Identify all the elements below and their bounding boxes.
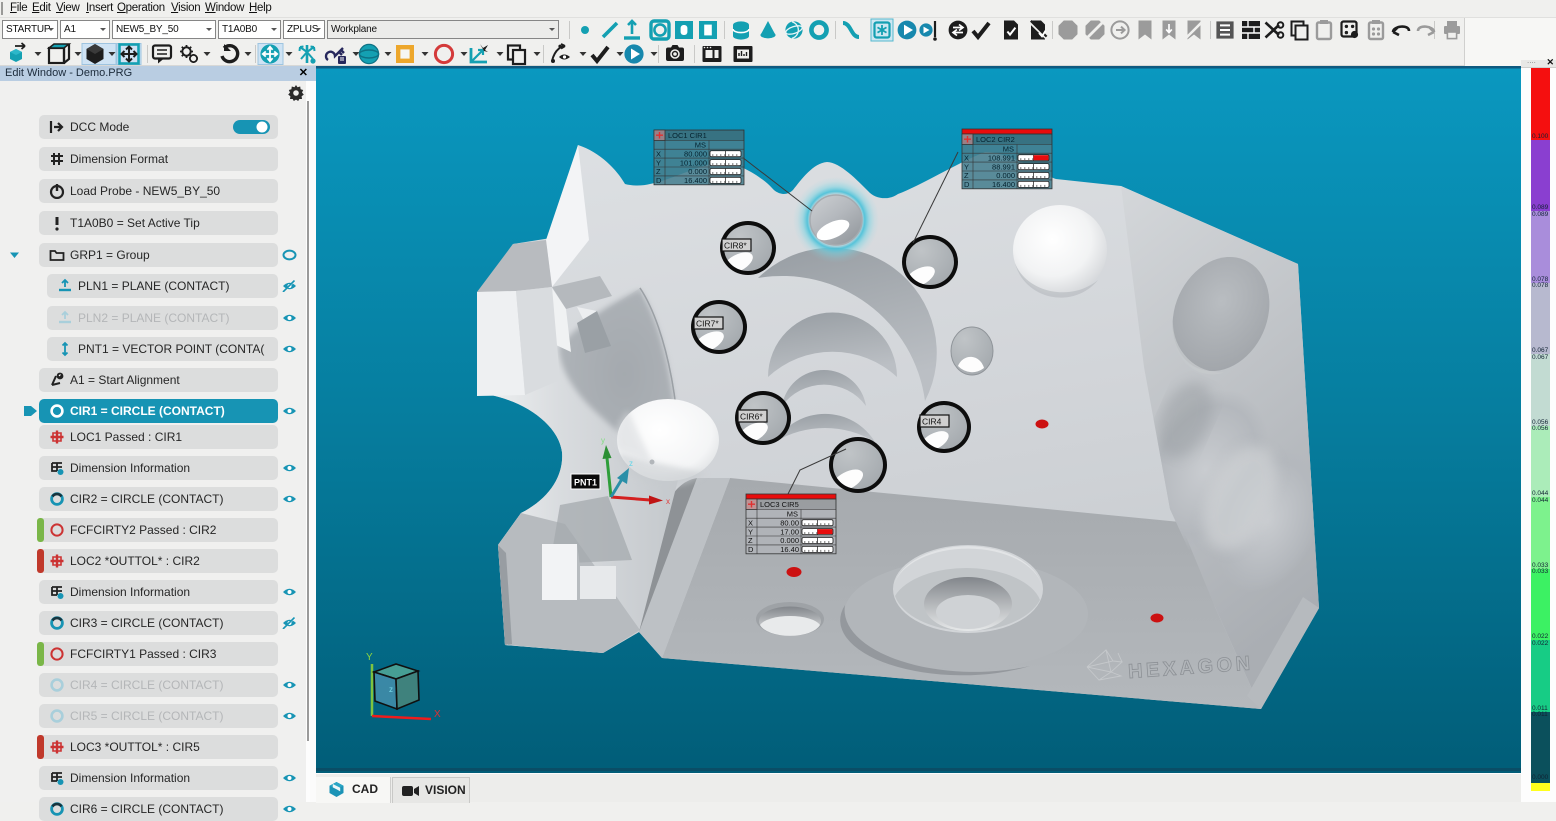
svg-text:D: D [656, 176, 662, 185]
svg-text:Z: Z [748, 536, 753, 545]
svg-text:LOC3 CIR5: LOC3 CIR5 [760, 500, 799, 509]
svg-text:LOC2 CIR2: LOC2 CIR2 [976, 135, 1015, 144]
svg-text:CIR7*: CIR7* [696, 319, 719, 329]
svg-text:101.000: 101.000 [680, 158, 707, 167]
svg-text:16.400: 16.400 [684, 176, 707, 185]
svg-text:Y: Y [656, 158, 661, 167]
svg-text:z: z [389, 685, 393, 694]
svg-text:17.00: 17.00 [780, 527, 799, 536]
svg-text:X: X [434, 709, 441, 720]
svg-text:X: X [964, 153, 969, 162]
svg-text:z: z [629, 459, 633, 468]
svg-text:0.000: 0.000 [996, 171, 1015, 180]
svg-text:y: y [601, 436, 605, 445]
svg-text:Z: Z [964, 171, 969, 180]
svg-text:D: D [748, 545, 754, 554]
svg-text:108.991: 108.991 [988, 153, 1015, 162]
svg-text:CIR6*: CIR6* [740, 412, 763, 422]
svg-text:0.000: 0.000 [780, 536, 799, 545]
svg-text:88.991: 88.991 [992, 162, 1015, 171]
svg-text:Y: Y [748, 527, 753, 536]
svg-text:CIR4: CIR4 [922, 417, 942, 427]
svg-text:16.400: 16.400 [992, 180, 1015, 189]
svg-text:Z: Z [656, 167, 661, 176]
svg-text:X: X [748, 518, 753, 527]
svg-text:80.00: 80.00 [780, 518, 799, 527]
svg-text:PNT1: PNT1 [574, 478, 597, 488]
svg-text:16.40: 16.40 [780, 545, 799, 554]
svg-text:MS: MS [695, 141, 706, 150]
svg-text:80.000: 80.000 [684, 149, 707, 158]
svg-text:0.000: 0.000 [688, 167, 707, 176]
svg-text:x: x [666, 497, 670, 506]
svg-text:Y: Y [366, 652, 373, 663]
svg-text:D: D [964, 180, 970, 189]
svg-text:X: X [656, 149, 661, 158]
svg-text:LOC1 CIR1: LOC1 CIR1 [668, 131, 707, 140]
svg-text:MS: MS [787, 510, 798, 519]
svg-text:CIR8*: CIR8* [724, 241, 747, 251]
svg-text:Y: Y [964, 162, 969, 171]
svg-text:MS: MS [1003, 145, 1014, 154]
